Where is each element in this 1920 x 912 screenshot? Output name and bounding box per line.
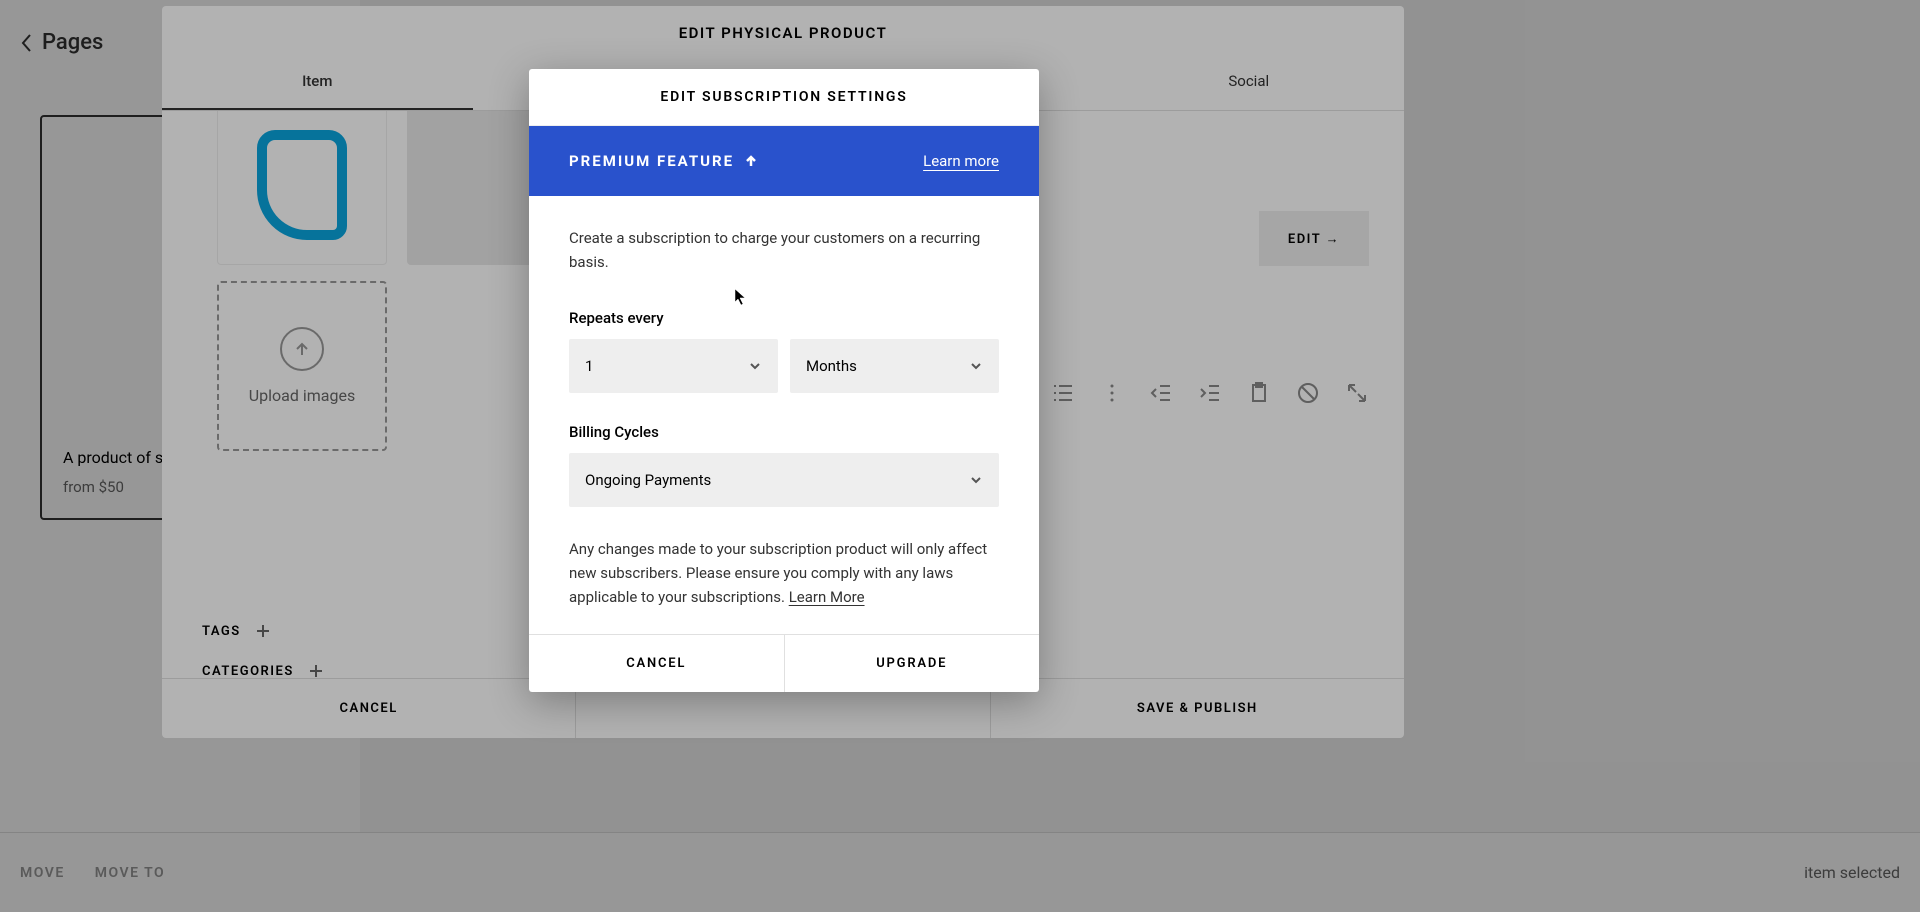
premium-label-wrap: PREMIUM FEATURE: [569, 152, 758, 170]
arrow-up-icon: [744, 154, 758, 168]
subscription-note: Any changes made to your subscription pr…: [569, 537, 999, 609]
premium-label: PREMIUM FEATURE: [569, 152, 734, 170]
note-text: Any changes made to your subscription pr…: [569, 540, 987, 606]
learn-more-link[interactable]: Learn more: [923, 152, 999, 170]
repeats-every-label: Repeats every: [569, 309, 999, 327]
subscription-modal-title: EDIT SUBSCRIPTION SETTINGS: [529, 69, 1039, 126]
chevron-down-icon: [748, 359, 762, 373]
premium-feature-banner: PREMIUM FEATURE Learn more: [529, 126, 1039, 196]
repeats-unit-value: Months: [806, 357, 857, 375]
chevron-down-icon: [969, 359, 983, 373]
learn-more-note-link[interactable]: Learn More: [789, 588, 865, 606]
subscription-description: Create a subscription to charge your cus…: [569, 226, 999, 274]
billing-cycles-value: Ongoing Payments: [585, 471, 711, 489]
subscription-settings-modal: EDIT SUBSCRIPTION SETTINGS PREMIUM FEATU…: [529, 69, 1039, 692]
subscription-upgrade-button[interactable]: UPGRADE: [785, 635, 1040, 692]
repeats-unit-select[interactable]: Months: [790, 339, 999, 393]
chevron-down-icon: [969, 473, 983, 487]
subscription-modal-footer: CANCEL UPGRADE: [529, 634, 1039, 692]
billing-cycles-label: Billing Cycles: [569, 423, 999, 441]
subscription-cancel-button[interactable]: CANCEL: [529, 635, 785, 692]
repeats-count-select[interactable]: 1: [569, 339, 778, 393]
mouse-cursor-icon: [734, 288, 748, 306]
billing-cycles-select[interactable]: Ongoing Payments: [569, 453, 999, 507]
repeats-count-value: 1: [585, 357, 593, 375]
subscription-modal-body: Create a subscription to charge your cus…: [529, 196, 1039, 634]
